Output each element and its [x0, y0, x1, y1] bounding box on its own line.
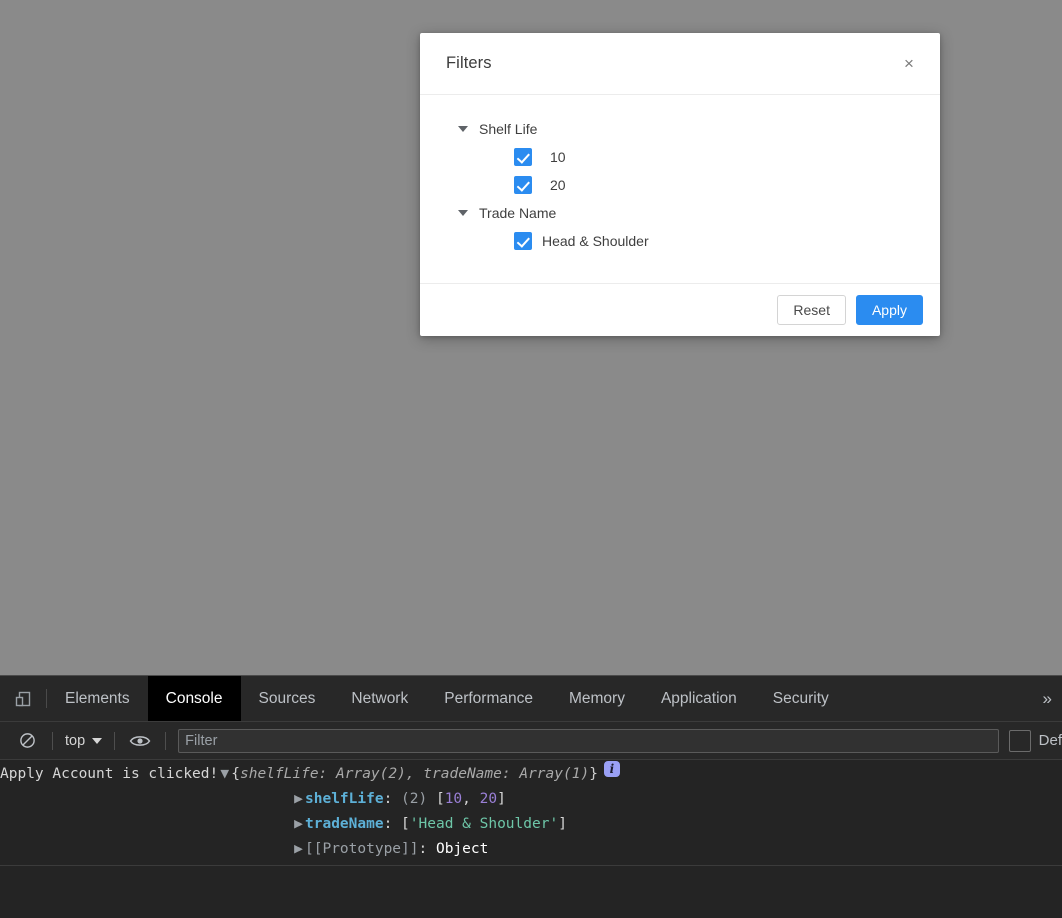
dialog-title: Filters: [446, 54, 492, 72]
execution-context-value: top: [65, 732, 86, 749]
console-prompt[interactable]: [0, 866, 1062, 918]
open-bracket: [: [401, 816, 410, 832]
close-icon[interactable]: ×: [896, 51, 922, 77]
toolbar-divider: [52, 731, 53, 750]
tab-performance[interactable]: Performance: [426, 676, 551, 721]
property-key: tradeName: [305, 816, 384, 832]
tab-security[interactable]: Security: [755, 676, 847, 721]
filter-group-header[interactable]: Trade Name: [446, 199, 914, 227]
console-property-row: ▶ tradeName: ['Head & Shoulder']: [0, 812, 1062, 837]
object-preview-text: shelfLife: Array(2), tradeName: Array(1): [239, 766, 590, 782]
open-brace: {: [231, 766, 240, 782]
array-value: 20: [479, 791, 498, 807]
expand-triangle-icon[interactable]: ▼: [218, 762, 231, 787]
more-tabs-icon[interactable]: »: [1037, 676, 1062, 721]
filter-group-label: Trade Name: [479, 205, 557, 221]
comma: ,: [462, 791, 480, 807]
close-bracket: ]: [558, 816, 567, 832]
devtools-panel: Elements Console Sources Network Perform…: [0, 675, 1062, 918]
console-output: Apply Account is clicked! ▼ {shelfLife: …: [0, 760, 1062, 918]
filter-option-20[interactable]: 20: [446, 171, 914, 199]
expand-triangle-icon[interactable]: ▶: [292, 787, 305, 812]
checkbox[interactable]: [514, 232, 532, 250]
device-toolbar-icon[interactable]: [0, 676, 46, 721]
dialog-footer: Reset Apply: [420, 283, 940, 336]
filter-option-head-and-shoulder[interactable]: Head & Shoulder: [446, 227, 914, 255]
log-levels-label[interactable]: Def: [1039, 732, 1062, 749]
toolbar-divider: [165, 731, 167, 750]
tab-elements[interactable]: Elements: [47, 676, 148, 721]
expand-triangle-icon[interactable]: ▶: [292, 812, 305, 837]
console-message-row: Apply Account is clicked! ▼ {shelfLife: …: [0, 760, 1062, 787]
toolbar-divider: [114, 731, 116, 750]
filter-option-label: Head & Shoulder: [542, 233, 649, 249]
filters-dialog: Filters × Shelf Life 10 20 Trade Name He…: [420, 33, 940, 336]
apply-button[interactable]: Apply: [855, 295, 923, 325]
object-preview[interactable]: {shelfLife: Array(2), tradeName: Array(1…: [231, 762, 598, 787]
close-bracket: ]: [497, 791, 506, 807]
expand-triangle-icon[interactable]: ▶: [292, 837, 305, 862]
array-length: (2): [401, 791, 436, 807]
devtools-tabbar: Elements Console Sources Network Perform…: [0, 676, 1062, 722]
tab-sources[interactable]: Sources: [241, 676, 334, 721]
chevron-down-icon[interactable]: [458, 210, 468, 216]
open-bracket: [: [435, 791, 445, 807]
chevron-down-icon[interactable]: [458, 126, 468, 132]
filter-group-shelf-life: Shelf Life 10 20: [446, 115, 914, 199]
console-message-text: Apply Account is clicked!: [0, 766, 219, 782]
property-separator: :: [418, 841, 436, 857]
array-value: 'Head & Shoulder': [409, 816, 559, 832]
dialog-header: Filters ×: [420, 33, 940, 95]
live-expression-icon[interactable]: [123, 726, 157, 756]
checkbox[interactable]: [514, 148, 532, 166]
log-levels-box[interactable]: [1008, 729, 1031, 752]
property-key: [[Prototype]]: [305, 841, 419, 857]
console-property-row: ▶ [[Prototype]]: Object: [0, 837, 1062, 862]
tab-network[interactable]: Network: [333, 676, 426, 721]
console-toolbar: top Def: [0, 722, 1062, 760]
filter-group-trade-name: Trade Name Head & Shoulder: [446, 199, 914, 255]
filter-input[interactable]: [178, 728, 999, 753]
filter-group-label: Shelf Life: [479, 121, 538, 137]
filter-option-10[interactable]: 10: [446, 143, 914, 171]
chevron-down-icon: [92, 737, 103, 744]
filter-option-label: 10: [550, 149, 566, 165]
execution-context-selector[interactable]: top: [61, 733, 106, 749]
checkbox[interactable]: [514, 176, 532, 194]
property-separator: :: [383, 816, 402, 832]
info-badge-icon[interactable]: i: [603, 761, 620, 777]
close-brace: }: [589, 766, 598, 782]
property-key: shelfLife: [305, 791, 384, 807]
property-separator: :: [383, 791, 402, 807]
reset-button[interactable]: Reset: [777, 295, 846, 325]
property-value: Object: [435, 841, 489, 857]
dialog-body: Shelf Life 10 20 Trade Name Head & Shoul…: [420, 95, 940, 283]
clear-console-icon[interactable]: [10, 726, 44, 756]
console-property-row: ▶ shelfLife: (2) [10, 20]: [0, 787, 1062, 812]
array-value: 10: [444, 791, 463, 807]
tab-application[interactable]: Application: [643, 676, 755, 721]
tab-memory[interactable]: Memory: [551, 676, 643, 721]
tab-console[interactable]: Console: [147, 676, 241, 721]
filter-option-label: 20: [550, 177, 566, 193]
filter-group-header[interactable]: Shelf Life: [446, 115, 914, 143]
